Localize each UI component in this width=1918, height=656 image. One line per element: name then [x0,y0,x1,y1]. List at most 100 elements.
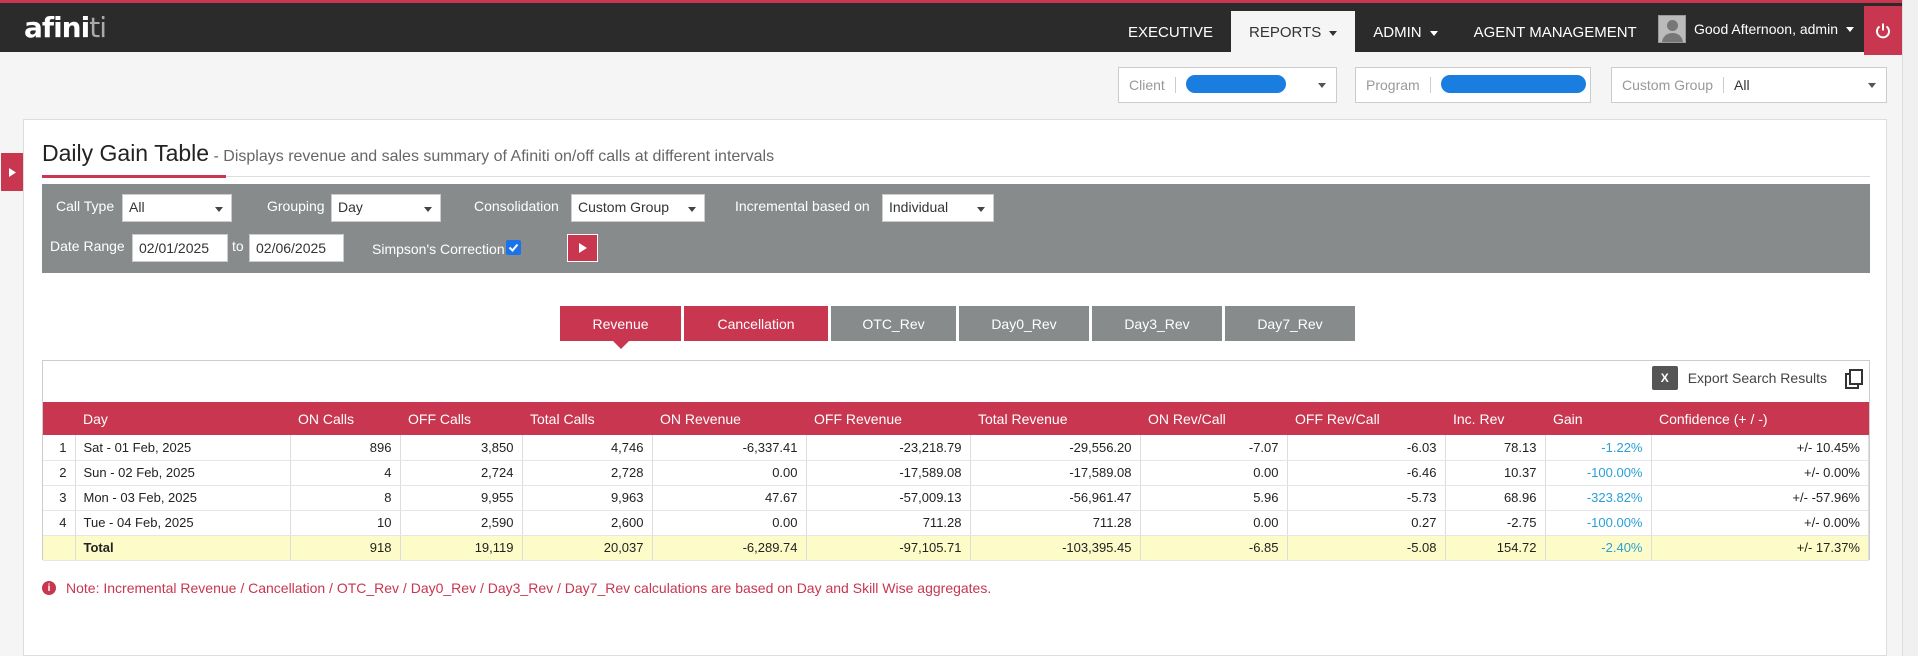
grouping-select[interactable]: Day [331,194,441,222]
daily-gain-table: Day ON Calls OFF Calls Total Calls ON Revenu… [43,402,1869,561]
export-search-results-button[interactable]: X Export Search Results [1651,366,1863,390]
logout-button[interactable] [1864,6,1902,55]
table-cell: 4 [290,460,401,486]
table-cell: -100.00% [1545,460,1652,486]
table-cell: -29,556.20 [970,435,1141,461]
export-label: Export Search Results [1687,370,1827,386]
table-cell: 5.96 [1140,485,1288,511]
table-cell: -57,009.13 [806,485,971,511]
run-report-button[interactable] [567,234,598,262]
column-header[interactable]: ON Rev/Call [1140,402,1287,435]
custom-group-select[interactable]: Custom Group All [1611,67,1887,103]
total-cell: -6,289.74 [652,535,807,561]
date-from-input[interactable]: 02/01/2025 [132,234,228,262]
column-header[interactable]: ON Revenue [652,402,806,435]
total-cell: 918 [290,535,401,561]
note-text: Note: Incremental Revenue / Cancellation… [66,580,992,596]
total-cell: 19,119 [400,535,523,561]
date-to-input[interactable]: 02/06/2025 [249,234,344,262]
table-cell: -6.03 [1287,435,1446,461]
table-total-row: Total 918 19,119 20,037 -6,289.74 -97,105.71-… [43,535,1869,561]
tab-cancellation-label: Cancellation [717,315,795,332]
column-header[interactable]: OFF Revenue [806,402,970,435]
date-to-label: to [232,238,244,254]
tab-day7-rev-label: Day7_Rev [1257,315,1323,332]
tab-otc-rev[interactable]: OTC_Rev [831,306,956,341]
client-select-label: Client [1129,77,1176,93]
tab-day7-rev[interactable]: Day7_Rev [1225,306,1355,341]
chevron-down-icon [1329,30,1338,36]
table-row: 2 Sun - 02 Feb, 2025 4 2,724 2,728 0.00 -17,58… [43,460,1869,486]
nav-executive[interactable]: EXECUTIVE [1110,11,1231,55]
column-header[interactable]: Inc. Rev [1445,402,1545,435]
column-header[interactable] [43,402,75,435]
total-cell [43,535,76,561]
tab-day3-rev[interactable]: Day3_Rev [1092,306,1222,341]
client-select-value [1185,74,1318,96]
table-cell: 10.37 [1445,460,1546,486]
simpson-correction-label: Simpson's Correction [372,241,505,257]
calculation-note: i Note: Incremental Revenue / Cancellati… [42,580,991,596]
tab-revenue[interactable]: Revenue [560,306,681,349]
table-cell: 2,728 [522,460,653,486]
table-cell: 3 [43,485,76,511]
column-header[interactable]: Confidence (+ / -) [1651,402,1869,435]
nav-admin-label: ADMIN [1373,24,1422,41]
table-cell: -6,337.41 [652,435,807,461]
page-scrollbar[interactable] [1902,0,1918,656]
table-cell: Sat - 01 Feb, 2025 [75,435,291,461]
page-subtitle: - Displays revenue and sales summary of … [209,148,775,165]
custom-group-select-value: All [1734,77,1750,93]
total-cell: Total [75,535,291,561]
tab-day0-rev[interactable]: Day0_Rev [959,306,1089,341]
column-header[interactable]: OFF Rev/Call [1287,402,1445,435]
metric-tabs: Revenue Cancellation OTC_Rev Day0_Rev Da… [560,306,1355,349]
table-cell: 0.00 [652,510,807,536]
column-header[interactable]: Total Calls [522,402,652,435]
table-cell: -5.73 [1287,485,1446,511]
incremental-label: Incremental based on [735,198,870,214]
column-header[interactable]: OFF Calls [400,402,522,435]
chevron-down-icon [215,207,223,212]
page-title: Daily Gain Table - Displays revenue and … [42,140,774,167]
incremental-select[interactable]: Individual [882,194,994,222]
copy-icon[interactable] [1845,369,1863,389]
page-title-text: Daily Gain Table [42,140,210,166]
table-cell: -1.22% [1545,435,1652,461]
user-menu[interactable]: Good Afternoon, admin [1658,15,1854,43]
column-header[interactable]: ON Calls [290,402,400,435]
client-select[interactable]: Client [1118,67,1337,103]
table-cell: -323.82% [1545,485,1652,511]
redaction-mark [1440,74,1586,93]
date-range-label: Date Range [50,238,125,254]
call-type-select[interactable]: All [122,194,232,222]
title-divider [42,175,1870,178]
column-header[interactable]: Gain [1545,402,1651,435]
table-cell: 4 [43,510,76,536]
chevron-down-icon [1318,82,1326,88]
table-cell: 68.96 [1445,485,1546,511]
custom-group-select-label: Custom Group [1622,77,1725,93]
consolidation-value: Custom Group [578,199,670,215]
table-cell: -100.00% [1545,510,1652,536]
table-cell: -17,589.08 [970,460,1141,486]
redaction-mark [1185,74,1286,93]
play-icon [8,167,16,177]
table-cell: -2.75 [1445,510,1546,536]
call-type-value: All [129,199,145,215]
nav-admin[interactable]: ADMIN [1355,11,1455,55]
afiniti-logo[interactable]: afiniti [24,11,107,44]
grouping-label: Grouping [267,198,325,214]
column-header[interactable]: Total Revenue [970,402,1140,435]
tab-cancellation[interactable]: Cancellation [684,306,828,341]
incremental-value: Individual [889,199,949,215]
column-header[interactable]: Day [75,402,290,435]
nav-reports[interactable]: REPORTS [1231,11,1356,55]
program-select[interactable]: Program [1355,67,1591,103]
consolidation-select[interactable]: Custom Group [571,194,705,222]
simpson-correction-checkbox[interactable] [506,240,521,255]
consolidation-label: Consolidation [474,198,559,214]
table-cell: 78.13 [1445,435,1546,461]
nav-agent-management[interactable]: AGENT MANAGEMENT [1456,11,1655,55]
sidebar-toggle[interactable] [1,153,23,191]
